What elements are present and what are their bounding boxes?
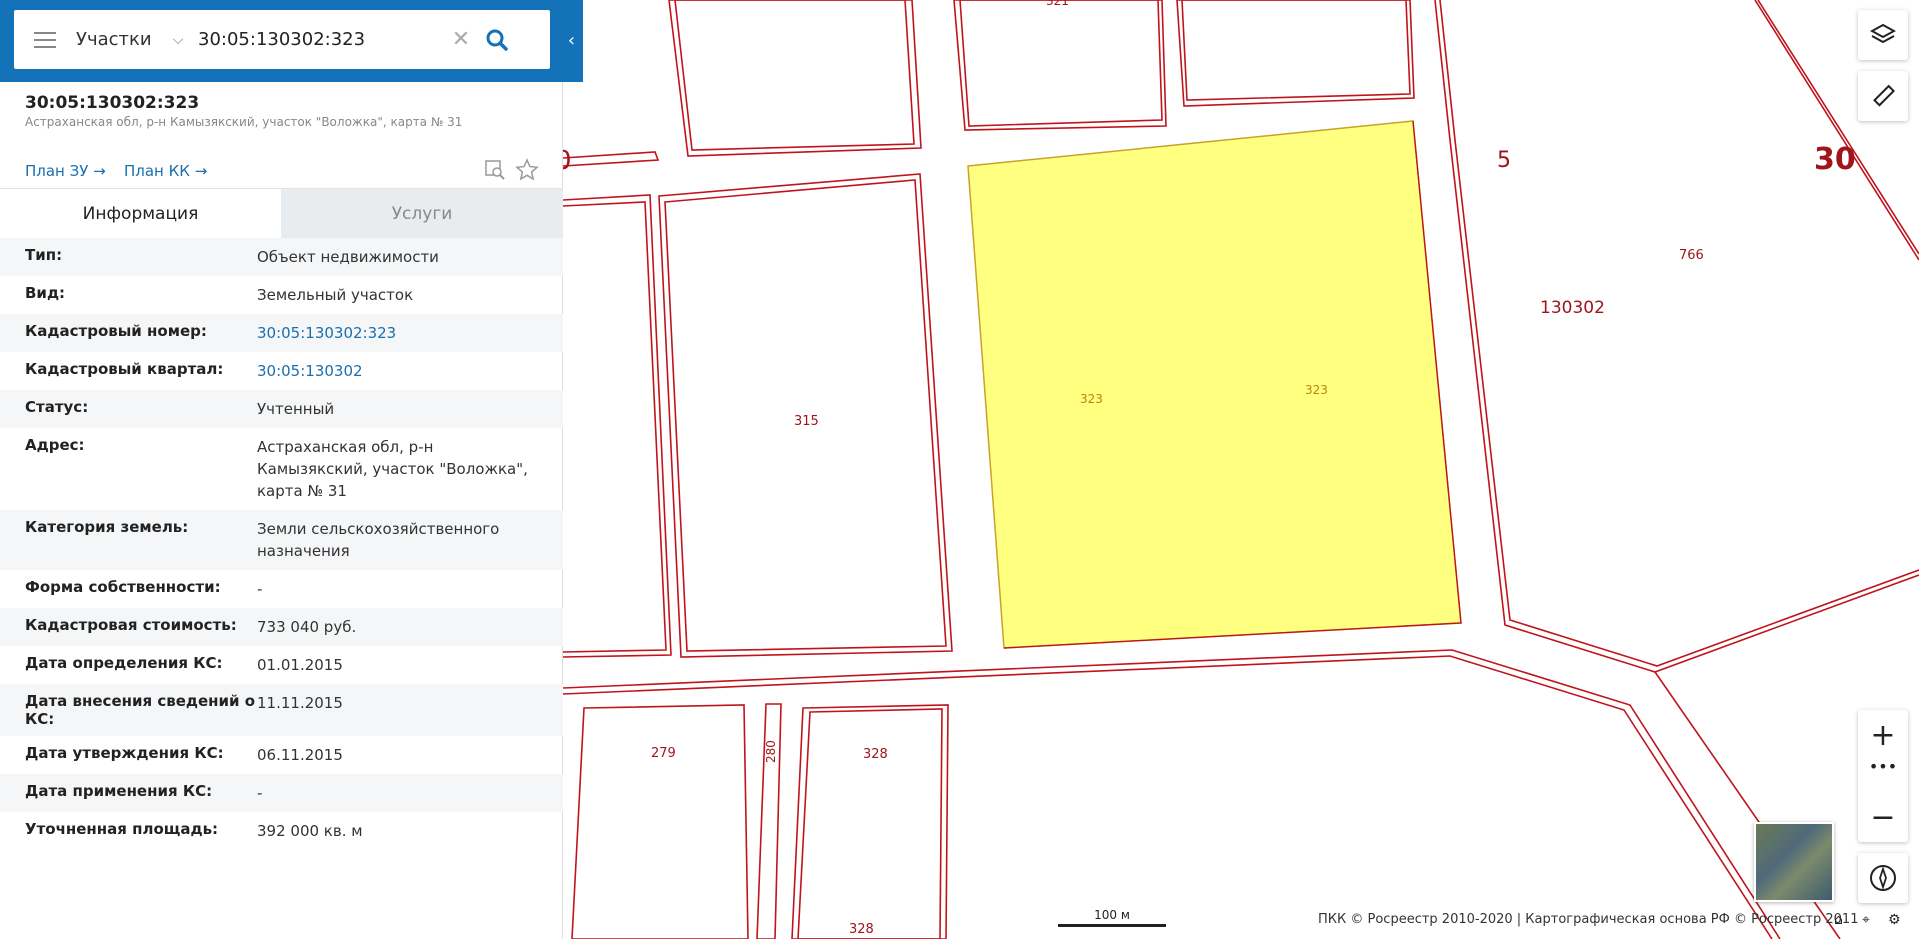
info-table: Тип: Объект недвижимости Вид: Земельный уч… <box>0 238 563 850</box>
compass-button[interactable] <box>1858 853 1908 903</box>
selected-parcel <box>967 120 1462 649</box>
zoom-to-object-icon[interactable] <box>483 158 509 184</box>
parcel-label-315: 315 <box>794 414 819 429</box>
row-label: Статус: <box>25 398 89 416</box>
row-value: 06.11.2015 <box>257 746 343 764</box>
parcel-label-323-a: 323 <box>1080 392 1103 406</box>
parcel-label-323-b: 323 <box>1305 383 1328 397</box>
block-label-30: 30 <box>1814 142 1856 177</box>
row-value: Земельный участок <box>257 286 414 304</box>
basemap-thumbnail[interactable] <box>1754 822 1834 902</box>
plan-kk-link[interactable]: План КК → <box>124 162 207 180</box>
parcel-label-766: 766 <box>1679 248 1704 263</box>
table-row: Дата применения КС: - <box>0 774 563 812</box>
table-row: Адрес: Астраханская обл, р-н Камызякский,… <box>0 428 563 510</box>
scale-line <box>1058 924 1166 927</box>
home-icon[interactable]: ⌂ <box>1834 912 1843 928</box>
page-title: 30:05:130302:323 <box>25 93 200 113</box>
row-value: Астраханская обл, р-н Камызякский, участ… <box>257 438 528 500</box>
plan-zu-link[interactable]: План ЗУ → <box>25 162 106 180</box>
table-row: Дата внесения сведений о КС: 11.11.2015 <box>0 684 563 736</box>
clear-icon[interactable]: ✕ <box>445 27 477 52</box>
table-row: Тип: Объект недвижимости <box>0 238 563 276</box>
parcel-label-328-a: 328 <box>863 747 888 762</box>
layers-icon <box>1870 23 1896 44</box>
table-row: Кадастровый номер: 30:05:130302:323 <box>0 314 563 352</box>
cadastral-block-link[interactable]: 30:05:130302 <box>257 360 537 382</box>
row-label: Категория земель: <box>25 518 189 536</box>
favorite-star-icon[interactable] <box>515 158 541 184</box>
row-value: - <box>257 580 263 598</box>
scale-bar: 100 м <box>1057 908 1167 927</box>
tab-info[interactable]: Информация <box>0 189 281 238</box>
search-header: Участки ⌵ ✕ ‹ <box>0 0 583 82</box>
block-label-5: 5 <box>1497 148 1511 173</box>
zoom-out-button[interactable]: − <box>1858 792 1908 842</box>
more-icon[interactable]: ••• <box>1858 751 1908 781</box>
row-label: Дата утверждения КС: <box>25 744 224 762</box>
parcel-label-328-b: 328 <box>849 922 874 937</box>
parcel-label-280: 280 <box>764 740 778 763</box>
row-value: 11.11.2015 <box>257 694 343 712</box>
row-label: Вид: <box>25 284 66 302</box>
table-row: Вид: Земельный участок <box>0 276 563 314</box>
row-value: Объект недвижимости <box>257 248 439 266</box>
settings-gear-icon[interactable]: ⚙ <box>1888 912 1901 928</box>
row-label: Кадастровая стоимость: <box>25 616 237 634</box>
row-value: 733 040 руб. <box>257 618 357 636</box>
row-label: Тип: <box>25 246 63 264</box>
table-row: Дата определения КС: 01.01.2015 <box>0 646 563 684</box>
search-input[interactable] <box>190 19 445 60</box>
locate-icon[interactable]: ⌖ <box>1862 912 1870 928</box>
info-panel: 30:05:130302:323 Астраханская обл, р-н К… <box>0 82 563 939</box>
table-row: Категория земель: Земли сельскохозяйствен… <box>0 510 563 570</box>
compass-icon <box>1870 865 1896 891</box>
row-value: Земли сельскохозяйственного назначения <box>257 520 500 560</box>
row-label: Адрес: <box>25 436 85 454</box>
row-value: Учтенный <box>257 400 335 418</box>
table-row: Форма собственности: - <box>0 570 563 608</box>
chevron-down-icon[interactable]: ⌵ <box>166 32 190 48</box>
table-row: Статус: Учтенный <box>0 390 563 428</box>
table-row: Уточненная площадь: 392 000 кв. м <box>0 812 563 850</box>
search-type-select[interactable]: Участки <box>76 29 166 50</box>
panel-tabs: Информация Услуги <box>0 188 563 238</box>
row-label: Кадастровый номер: <box>25 322 207 340</box>
search-box: Участки ⌵ ✕ <box>14 10 550 69</box>
row-label: Уточненная площадь: <box>25 820 219 838</box>
tab-services[interactable]: Услуги <box>281 189 563 238</box>
table-row: Кадастровая стоимость: 733 040 руб. <box>0 608 563 646</box>
parcel-label-321: 321 <box>1046 0 1069 8</box>
cadastral-number-link[interactable]: 30:05:130302:323 <box>257 322 537 344</box>
scale-label: 100 м <box>1094 908 1130 922</box>
block-label-130302: 130302 <box>1540 298 1605 318</box>
row-label: Дата применения КС: <box>25 782 213 800</box>
row-value: 392 000 кв. м <box>257 822 363 840</box>
row-label: Кадастровый квартал: <box>25 360 224 378</box>
ruler-button[interactable] <box>1858 71 1908 121</box>
row-label: Дата определения КС: <box>25 654 223 672</box>
search-icon[interactable] <box>477 20 517 60</box>
ruler-icon <box>1873 84 1896 107</box>
parcel-label-279: 279 <box>651 746 676 761</box>
menu-icon[interactable] <box>14 10 76 69</box>
layers-button[interactable] <box>1858 10 1908 60</box>
collapse-panel-icon[interactable]: ‹ <box>560 20 583 60</box>
row-value: 01.01.2015 <box>257 656 343 674</box>
row-label: Форма собственности: <box>25 578 221 596</box>
table-row: Кадастровый квартал: 30:05:130302 <box>0 352 563 390</box>
row-value: - <box>257 784 263 802</box>
table-row: Дата утверждения КС: 06.11.2015 <box>0 736 563 774</box>
zoom-control: + ••• − <box>1858 710 1908 842</box>
object-address: Астраханская обл, р-н Камызякский, участ… <box>25 115 463 129</box>
copyright-text: ПКК © Росреестр 2010-2020 | Картографиче… <box>1318 912 1859 927</box>
row-label: Дата внесения сведений о КС: <box>25 692 256 728</box>
